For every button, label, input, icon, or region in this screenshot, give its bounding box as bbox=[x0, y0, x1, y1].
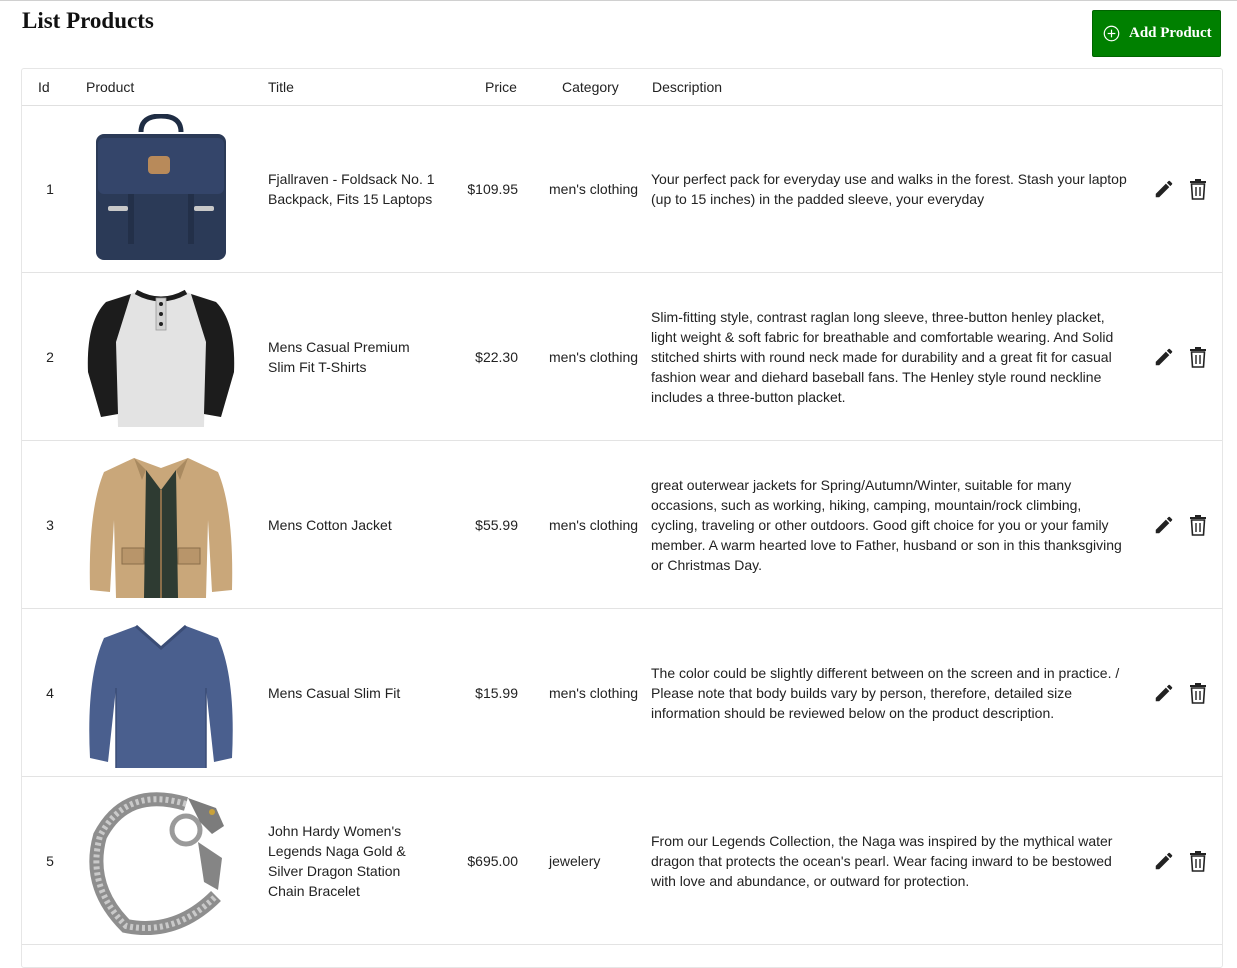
row-id: 4 bbox=[46, 684, 54, 701]
add-product-label: Add Product bbox=[1129, 25, 1212, 41]
cotton-jacket-image bbox=[89, 457, 233, 598]
top-divider bbox=[0, 0, 1237, 1]
bracelet-image bbox=[89, 791, 224, 935]
edit-button[interactable] bbox=[1152, 177, 1176, 201]
products-table: Id Product Title Price Category Descript… bbox=[21, 68, 1223, 968]
row-id: 5 bbox=[46, 852, 54, 869]
row-category: men's clothing bbox=[549, 516, 639, 533]
delete-button[interactable] bbox=[1186, 345, 1210, 369]
table-row: 1 Fjallraven - Foldsack No. 1 Backpack, … bbox=[22, 105, 1222, 273]
header-title: Title bbox=[268, 79, 294, 95]
page-title: List Products bbox=[22, 8, 154, 33]
delete-button[interactable] bbox=[1186, 513, 1210, 537]
table-row: 4 Mens Casual Slim Fit $15.99 men's clot… bbox=[22, 609, 1222, 777]
pencil-icon bbox=[1155, 348, 1173, 365]
edit-button[interactable] bbox=[1152, 849, 1176, 873]
header-category: Category bbox=[562, 79, 619, 95]
row-price: $22.30 bbox=[475, 348, 518, 365]
table-header: Id Product Title Price Category Descript… bbox=[22, 69, 1222, 106]
header-product: Product bbox=[86, 79, 135, 95]
delete-button[interactable] bbox=[1186, 849, 1210, 873]
pencil-icon bbox=[1155, 516, 1173, 533]
edit-button[interactable] bbox=[1152, 513, 1176, 537]
row-actions bbox=[1152, 441, 1212, 608]
row-title: Fjallraven - Foldsack No. 1 Backpack, Fi… bbox=[268, 170, 435, 207]
trash-icon bbox=[1190, 850, 1206, 872]
trash-icon bbox=[1190, 514, 1206, 536]
row-actions bbox=[1152, 609, 1212, 776]
table-row: 5 John Hardy Women's Legends Naga Gold &… bbox=[22, 777, 1222, 945]
row-category: jewelery bbox=[549, 852, 601, 869]
product-image bbox=[82, 441, 240, 608]
edit-button[interactable] bbox=[1152, 345, 1176, 369]
trash-icon bbox=[1190, 346, 1206, 368]
row-actions bbox=[1152, 105, 1212, 272]
table-row: 3 Mens Cotton Jacket $55.99 men's clothi… bbox=[22, 441, 1222, 609]
add-product-button[interactable]: Add Product bbox=[1092, 10, 1221, 57]
row-description: From our Legends Collection, the Naga wa… bbox=[651, 832, 1113, 889]
product-image bbox=[82, 777, 240, 944]
header-description: Description bbox=[652, 79, 723, 95]
row-id: 1 bbox=[46, 180, 54, 197]
product-image bbox=[82, 105, 240, 272]
pencil-icon bbox=[1155, 684, 1173, 701]
pencil-icon bbox=[1155, 180, 1173, 197]
trash-icon bbox=[1190, 682, 1206, 704]
delete-button[interactable] bbox=[1186, 681, 1210, 705]
row-description: Your perfect pack for everyday use and w… bbox=[651, 170, 1127, 207]
row-id: 2 bbox=[46, 348, 54, 365]
row-price: $695.00 bbox=[467, 852, 518, 869]
trash-icon bbox=[1190, 178, 1206, 200]
pencil-icon bbox=[1155, 852, 1173, 869]
row-actions bbox=[1152, 777, 1212, 944]
row-price: $15.99 bbox=[475, 684, 518, 701]
row-category: men's clothing bbox=[549, 684, 639, 701]
row-id: 3 bbox=[46, 516, 54, 533]
row-description: great outerwear jackets for Spring/Autum… bbox=[651, 476, 1122, 573]
row-title: Mens Casual Premium Slim Fit T-Shirts bbox=[268, 338, 410, 375]
row-title: John Hardy Women's Legends Naga Gold & S… bbox=[268, 822, 406, 899]
plus-circle-icon bbox=[1103, 25, 1120, 42]
row-category: men's clothing bbox=[549, 180, 639, 197]
row-title: Mens Casual Slim Fit bbox=[268, 684, 401, 701]
header-id: Id bbox=[38, 79, 50, 95]
slim-fit-shirt-image bbox=[89, 624, 233, 768]
edit-button[interactable] bbox=[1152, 681, 1176, 705]
row-description: The color could be slightly different be… bbox=[651, 664, 1120, 721]
header-price: Price bbox=[485, 79, 517, 95]
product-image bbox=[82, 609, 240, 776]
henley-shirt-image bbox=[87, 289, 235, 427]
row-price: $109.95 bbox=[467, 180, 518, 197]
row-description: Slim-fitting style, contrast raglan long… bbox=[651, 308, 1114, 405]
row-actions bbox=[1152, 273, 1212, 440]
row-title: Mens Cotton Jacket bbox=[268, 516, 392, 533]
row-price: $55.99 bbox=[475, 516, 518, 533]
row-category: men's clothing bbox=[549, 348, 639, 365]
product-image bbox=[82, 273, 240, 440]
table-row: 2 Mens Casual Premium Slim Fit T-Shirts … bbox=[22, 273, 1222, 441]
backpack-image bbox=[96, 113, 226, 260]
delete-button[interactable] bbox=[1186, 177, 1210, 201]
